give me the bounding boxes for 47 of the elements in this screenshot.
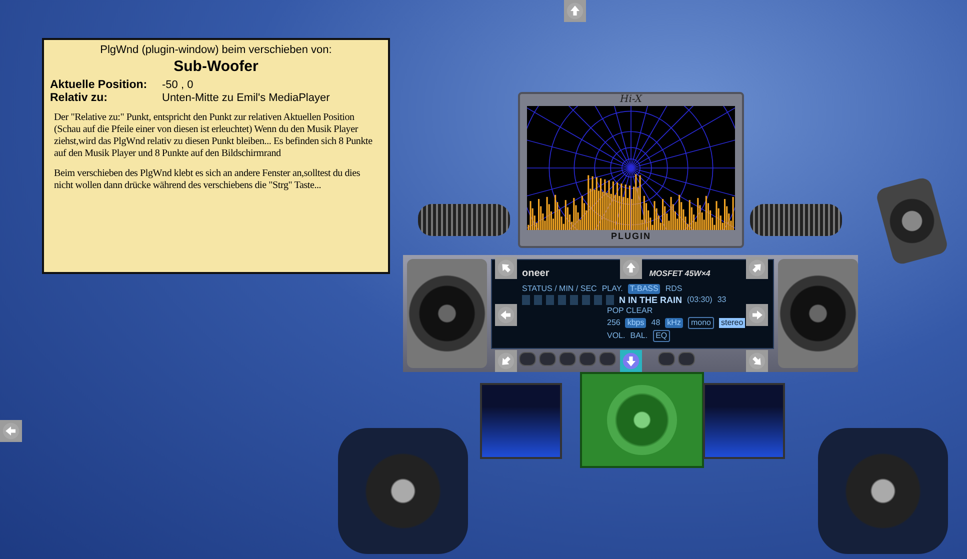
- field-label: Relativ zu:: [50, 92, 109, 104]
- field-value: Unten-Mitte zu Emil's MediaPlayer: [162, 92, 330, 104]
- paragraph: Beim verschieben des PlgWnd klebt es sich an andere Fenster an,solltest du dies nicht wollen dann drücke während des verschiebens die "Strg" Taste...: [54, 168, 362, 192]
- forward-button[interactable]: [599, 352, 616, 366]
- mono-indicator: mono: [688, 317, 714, 329]
- arrow-button[interactable]: [746, 257, 768, 279]
- display-label: STATUS / MIN / SEC: [522, 284, 597, 294]
- sample-rate: 48: [651, 318, 660, 328]
- display-label: PLAY.: [602, 284, 623, 294]
- track-length: (03:30): [687, 295, 712, 305]
- next-button[interactable]: [678, 352, 695, 366]
- eq-preset: POP CLEAR: [607, 306, 653, 316]
- time-digits-icon: [522, 295, 614, 305]
- arrow-button[interactable]: [495, 350, 517, 372]
- unit-label: kHz: [665, 318, 683, 328]
- display-label: T-BASS: [628, 284, 660, 294]
- arrow-button[interactable]: [0, 420, 22, 442]
- arrow-button[interactable]: [620, 350, 642, 372]
- rewind-button[interactable]: [519, 352, 536, 366]
- model-label: MOSFET 45W×4: [649, 268, 710, 278]
- bitrate: 256: [607, 318, 620, 328]
- pause-button[interactable]: [559, 352, 576, 366]
- panel-heading: PlgWnd (plugin-window) beim verschieben von:: [99, 44, 333, 56]
- arrow-button[interactable]: [495, 304, 517, 326]
- window-title: Hi-X: [620, 94, 642, 106]
- plugin-label: PLUGIN: [610, 230, 651, 242]
- eq-button[interactable]: [658, 352, 675, 366]
- panel-title: Sub-Woofer: [172, 58, 260, 75]
- field-label: Aktuelle Position:: [50, 79, 148, 91]
- track-number: 33: [717, 295, 726, 305]
- arrow-button[interactable]: [564, 0, 586, 22]
- balance-label: BAL.: [630, 331, 648, 341]
- arrow-button[interactable]: [620, 257, 642, 279]
- eq-button[interactable]: EQ: [652, 330, 670, 342]
- track-title: N IN THE RAIN: [619, 295, 682, 305]
- arrow-button[interactable]: [746, 350, 768, 372]
- paragraph: Der "Relative zu:" Punkt, entspricht den Punkt zur relativen Aktuellen Position (Schau auf die Pfeile einer von diesen ist erleuchtet) Wenn du den Musik Player ziehst,wird das PlgWnd relativ zu diesen Punkt bleiben... Es befinden sich 8 Punkte auf den Musik Player und 8 Punkte auf den Bildschirmrand: [54, 112, 374, 160]
- display-label: RDS: [665, 284, 682, 294]
- stop-button[interactable]: [579, 352, 596, 366]
- unit-label: kbps: [625, 318, 646, 328]
- play-button[interactable]: [539, 352, 556, 366]
- stereo-indicator: stereo: [718, 318, 746, 328]
- arrow-button[interactable]: [746, 304, 768, 326]
- field-value: -50 , 0: [162, 79, 194, 91]
- arrow-button[interactable]: [495, 257, 517, 279]
- volume-label: VOL.: [607, 331, 626, 341]
- brand-label: oneer: [522, 268, 550, 278]
